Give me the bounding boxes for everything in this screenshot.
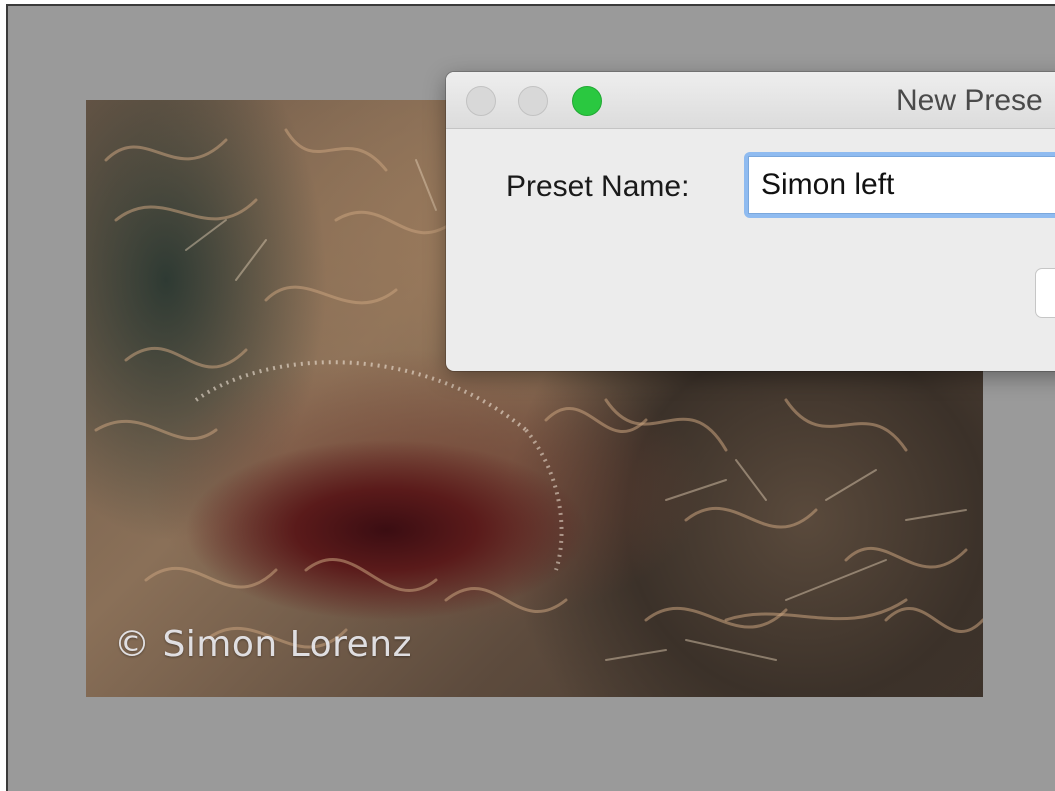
copyright-watermark: © Simon Lorenz <box>114 624 412 665</box>
preset-name-label: Preset Name: <box>506 170 690 203</box>
dialog-title: New Prese <box>896 84 1043 117</box>
dialog-titlebar[interactable]: New Prese <box>446 72 1055 129</box>
window-zoom-icon[interactable] <box>572 86 602 116</box>
preset-name-focus-ring <box>744 152 1055 218</box>
preview-canvas: © Simon Lorenz New Prese Preset Name: <box>6 4 1055 791</box>
preset-name-input[interactable] <box>748 156 1055 214</box>
dialog-button[interactable] <box>1035 268 1055 318</box>
window-close-icon[interactable] <box>466 86 496 116</box>
window-minimize-icon[interactable] <box>518 86 548 116</box>
new-preset-dialog: New Prese Preset Name: <box>446 72 1055 371</box>
